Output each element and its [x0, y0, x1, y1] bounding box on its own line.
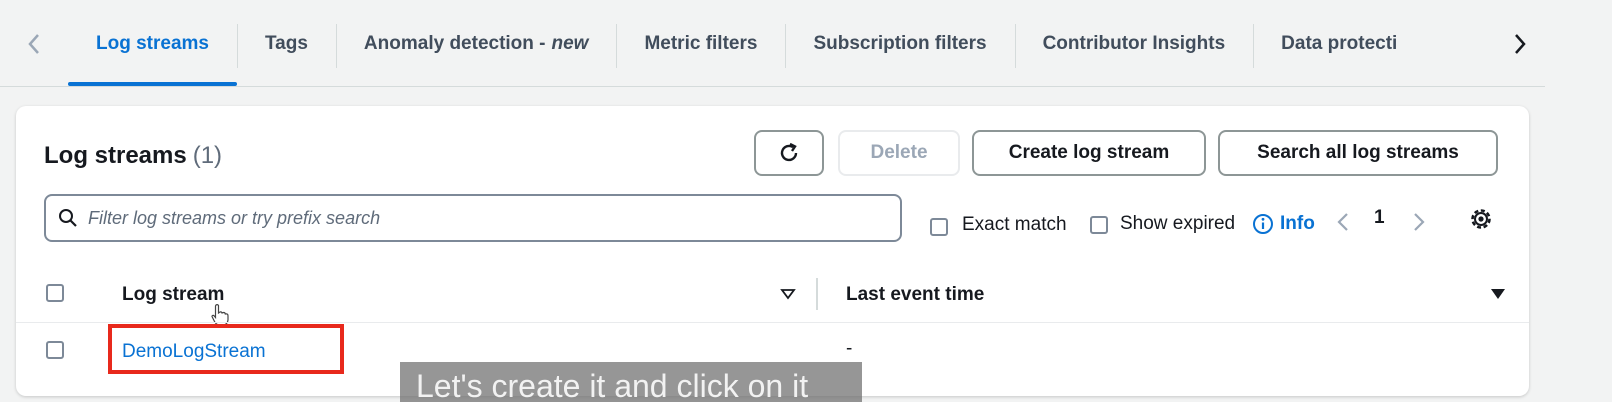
page-title: Log streams (1)	[44, 142, 222, 170]
tab-tags[interactable]: Tags	[236, 0, 336, 88]
tab-new-badge: new	[551, 33, 589, 54]
current-page-number[interactable]: 1	[1374, 207, 1385, 229]
tab-label: Metric filters	[644, 33, 758, 54]
tab-label: Log streams	[96, 33, 209, 54]
tab-label: Subscription filters	[813, 33, 987, 54]
info-label: Info	[1280, 213, 1315, 234]
create-log-stream-button[interactable]: Create log stream	[972, 130, 1206, 176]
filter-log-streams-input[interactable]	[88, 207, 868, 229]
tab-log-streams[interactable]: Log streams	[68, 0, 237, 88]
tab-data-protection[interactable]: Data protecti	[1253, 0, 1425, 88]
log-streams-panel: Log streams (1) Delete Create log stream …	[16, 106, 1529, 396]
column-divider	[816, 278, 818, 310]
highlight-annotation-box	[108, 324, 344, 374]
video-caption: Let's create it and click on it	[400, 362, 862, 402]
filter-field	[44, 194, 902, 242]
exact-match-checkbox[interactable]	[930, 218, 948, 236]
panel-title-text: Log streams	[44, 142, 187, 169]
tabs-scroll-left-button[interactable]	[0, 0, 68, 88]
chevron-right-icon	[1515, 34, 1526, 54]
log-stream-count: (1)	[192, 142, 223, 169]
next-page-icon[interactable]	[1412, 210, 1426, 234]
tab-label: Contributor Insights	[1042, 33, 1226, 54]
tab-metric-filters[interactable]: Metric filters	[616, 0, 785, 88]
tab-anomaly-detection[interactable]: Anomaly detection - new	[335, 0, 617, 88]
tab-subscription-filters[interactable]: Subscription filters	[785, 0, 1014, 88]
exact-match-label: Exact match	[962, 214, 1067, 235]
table-header	[16, 266, 1529, 322]
info-link[interactable]: Info	[1252, 213, 1315, 235]
gear-icon[interactable]	[1468, 206, 1494, 232]
info-icon	[1253, 214, 1273, 234]
tabs-scroll-right-button[interactable]	[1495, 0, 1545, 88]
tab-label: Data protecti	[1281, 33, 1398, 54]
show-expired-label: Show expired	[1120, 213, 1236, 234]
tab-label: Tags	[264, 33, 308, 54]
show-expired-checkbox[interactable]	[1090, 216, 1108, 234]
sort-icon[interactable]	[780, 286, 796, 302]
sort-descending-icon[interactable]	[1490, 286, 1506, 302]
chevron-left-icon	[28, 34, 39, 54]
refresh-icon	[780, 142, 798, 162]
last-event-time-value: -	[846, 338, 853, 359]
refresh-button[interactable]	[754, 130, 824, 176]
tabs-divider	[0, 86, 1545, 87]
row-checkbox[interactable]	[46, 341, 64, 359]
delete-button[interactable]: Delete	[838, 130, 960, 176]
tab-label: Anomaly detection -	[363, 33, 546, 54]
search-icon	[59, 209, 77, 227]
column-header-last-event-time[interactable]: Last event time	[846, 284, 984, 306]
select-all-checkbox[interactable]	[46, 284, 64, 302]
caption-text: Let's create it and click on it	[416, 368, 809, 402]
tab-contributor-insights[interactable]: Contributor Insights	[1014, 0, 1254, 88]
tabs-bar: Log streams Tags Anomaly detection - new …	[0, 0, 1545, 88]
previous-page-icon[interactable]	[1336, 210, 1350, 234]
search-all-log-streams-button[interactable]: Search all log streams	[1218, 130, 1498, 176]
